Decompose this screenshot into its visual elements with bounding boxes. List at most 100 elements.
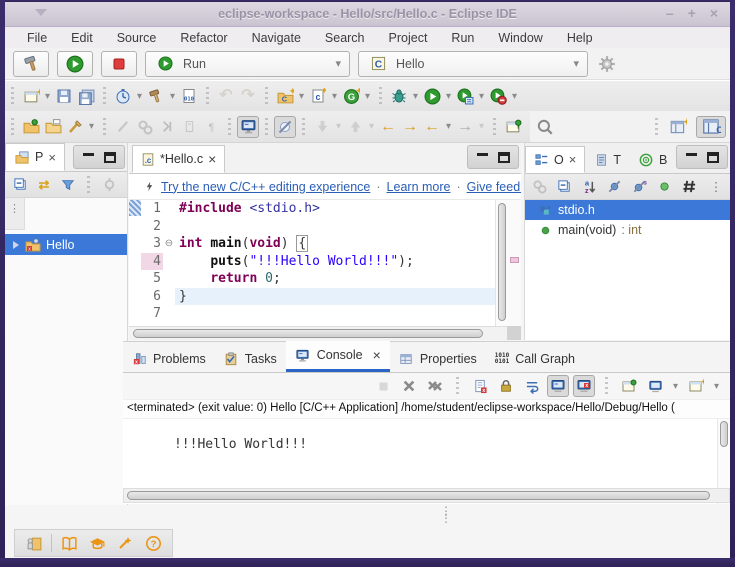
documentation-book-icon[interactable] (58, 532, 80, 554)
stop-button[interactable] (101, 51, 137, 77)
clear-console-icon[interactable]: x (469, 375, 491, 397)
profile-stopwatch-icon[interactable] (112, 85, 134, 107)
chevron-down-icon[interactable]: ▾ (443, 116, 454, 138)
format-brush-icon[interactable] (64, 116, 86, 138)
close-icon[interactable]: × (208, 151, 216, 167)
chevron-down-icon[interactable]: ▾ (410, 85, 421, 107)
tab-task-list[interactable]: T (585, 146, 630, 173)
open-console-icon[interactable]: ✦ (685, 375, 707, 397)
close-button[interactable]: × (710, 5, 718, 21)
last-edit-location-icon[interactable]: ← (377, 116, 399, 138)
pin-editor-icon[interactable] (502, 116, 524, 138)
run-terminate-icon[interactable] (487, 85, 509, 107)
show-on-stderr-icon[interactable]: x (573, 375, 595, 397)
minimize-view-button[interactable] (472, 148, 492, 166)
filter-icon[interactable] (57, 174, 79, 196)
remove-all-terminated-icon[interactable] (424, 375, 446, 397)
chevron-down-icon[interactable]: ▾ (362, 85, 373, 107)
display-selected-console-icon[interactable] (644, 375, 666, 397)
toolbar-drag-handle[interactable] (11, 87, 14, 105)
scroll-lock-icon[interactable] (495, 375, 517, 397)
menu-file[interactable]: File (15, 29, 59, 47)
tab-outline[interactable]: O × (525, 146, 585, 173)
banner-try-link[interactable]: Try the new C/C++ editing experience (161, 180, 370, 194)
tab-call-graph[interactable]: 1010 0101 Call Graph (486, 346, 584, 372)
chevron-down-icon[interactable]: ▾ (476, 85, 487, 107)
help-icon[interactable]: ? (142, 532, 164, 554)
minimize-view-button[interactable] (78, 148, 98, 166)
word-wrap-icon[interactable] (521, 375, 543, 397)
status-trim-handle[interactable]: ⋮⋮ (440, 508, 452, 522)
tab-hello-c[interactable]: .c *Hello.c × (132, 145, 225, 173)
minimize-view-button[interactable] (681, 148, 701, 166)
toolbar-drag-handle[interactable] (11, 118, 14, 136)
menu-search[interactable]: Search (313, 29, 377, 47)
new-c-file-icon[interactable]: c✦ (307, 85, 329, 107)
open-resource-icon[interactable] (42, 116, 64, 138)
tutorials-cap-icon[interactable] (86, 532, 108, 554)
outline-item-stdio[interactable]: stdio.h (525, 200, 730, 220)
view-drag-handle[interactable]: ⋮ (5, 198, 25, 230)
maximize-view-button[interactable] (100, 148, 120, 166)
banner-learn-more-link[interactable]: Learn more (387, 180, 451, 194)
open-perspective-icon[interactable]: ✦ (664, 116, 692, 138)
close-icon[interactable]: × (48, 150, 56, 165)
open-element-icon[interactable] (20, 116, 42, 138)
hide-non-public-icon[interactable] (653, 176, 675, 198)
console-horizontal-scrollbar[interactable] (123, 488, 730, 503)
chevron-down-icon[interactable]: ▾ (42, 85, 53, 107)
editor-vertical-scrollbar[interactable] (495, 200, 508, 326)
run-toolbar-icon[interactable] (421, 85, 443, 107)
save-all-icon[interactable] (75, 85, 97, 107)
build-hammer-icon[interactable] (145, 85, 167, 107)
run-button[interactable] (57, 51, 93, 77)
chevron-down-icon[interactable]: ▾ (296, 85, 307, 107)
maximize-view-button[interactable] (494, 148, 514, 166)
build-button[interactable] (13, 51, 49, 77)
window-menu-arrow-icon[interactable] (35, 9, 47, 16)
chevron-down-icon[interactable]: ▾ (134, 85, 145, 107)
chevron-down-icon[interactable]: ▾ (86, 116, 97, 138)
tab-problems[interactable]: x Problems (123, 345, 215, 372)
new-c-project-icon[interactable]: C✦ (274, 85, 296, 107)
collapse-all-icon[interactable] (553, 176, 575, 198)
minimize-button[interactable]: – (666, 5, 674, 21)
project-tree-item-hello[interactable]: x Hello (5, 234, 127, 255)
expander-icon[interactable] (13, 241, 19, 249)
close-icon[interactable]: × (569, 152, 577, 167)
hide-fields-icon[interactable] (603, 176, 625, 198)
chevron-down-icon[interactable]: ▾ (711, 375, 722, 397)
chevron-down-icon[interactable]: ▾ (167, 85, 178, 107)
tab-properties[interactable]: Properties (390, 345, 486, 372)
back-history-icon[interactable]: ← (421, 116, 443, 138)
debug-bug-icon[interactable] (388, 85, 410, 107)
search-icon[interactable] (530, 116, 560, 138)
next-edit-location-icon[interactable]: → (399, 116, 421, 138)
code-lines[interactable]: 1#include <stdio.h>23⊖int main(void) {4 … (129, 200, 495, 326)
menu-window[interactable]: Window (486, 29, 554, 47)
editor-horizontal-scrollbar[interactable] (129, 326, 521, 340)
diff-annotation-marker[interactable] (510, 257, 519, 263)
editor-overview-ruler[interactable] (508, 200, 521, 326)
tab-console[interactable]: Console × (286, 341, 390, 372)
pin-console-icon[interactable] (618, 375, 640, 397)
window-titlebar[interactable]: eclipse-workspace - Hello/src/Hello.c - … (5, 2, 730, 27)
launch-mode-combo[interactable]: Run ▾ (145, 51, 350, 77)
toggle-mark-occurrences-icon[interactable] (274, 116, 296, 138)
menu-refactor[interactable]: Refactor (168, 29, 239, 47)
new-wizard-icon[interactable]: ✦ (20, 85, 42, 107)
launch-settings-gear-icon[interactable] (596, 53, 618, 75)
c-cpp-perspective-icon[interactable]: C (696, 116, 726, 138)
outline-item-main[interactable]: main(void) : int (525, 220, 730, 240)
chevron-down-icon[interactable]: ▾ (509, 85, 520, 107)
run-history-icon[interactable] (454, 85, 476, 107)
show-on-stdout-icon[interactable] (547, 375, 569, 397)
chevron-down-icon[interactable]: ▾ (329, 85, 340, 107)
donate-icon[interactable] (23, 532, 45, 554)
chevron-down-icon[interactable]: ▾ (670, 375, 681, 397)
tab-tasks[interactable]: Tasks (215, 345, 286, 372)
tab-build-targets[interactable]: B (630, 146, 676, 173)
menu-source[interactable]: Source (105, 29, 169, 47)
menu-edit[interactable]: Edit (59, 29, 105, 47)
hide-static-members-icon[interactable]: s (628, 176, 650, 198)
